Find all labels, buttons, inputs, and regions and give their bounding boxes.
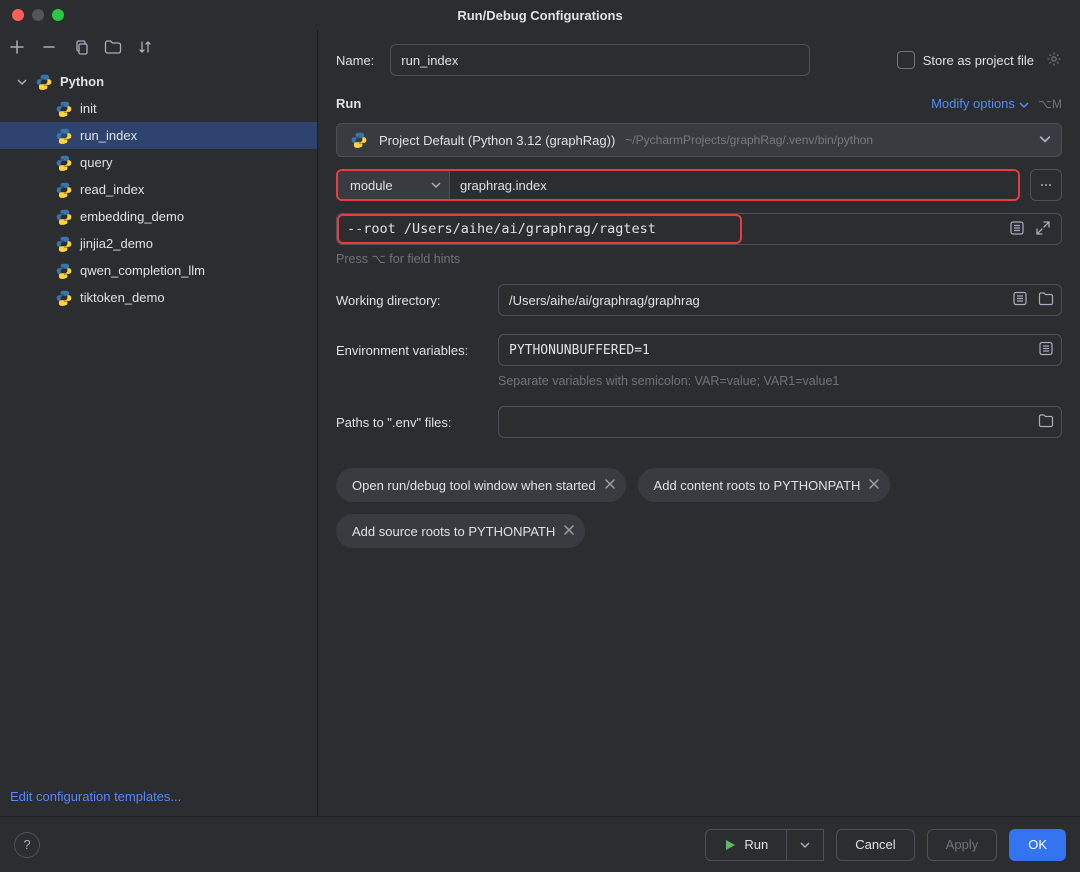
python-icon <box>54 288 74 308</box>
config-item-label: init <box>80 101 97 116</box>
window-title: Run/Debug Configurations <box>0 8 1080 23</box>
browse-module-button[interactable] <box>1030 169 1062 201</box>
sort-config-button[interactable] <box>136 38 154 56</box>
play-icon <box>724 839 736 851</box>
store-label: Store as project file <box>923 53 1034 68</box>
config-item-label: run_index <box>80 128 137 143</box>
name-label: Name: <box>336 53 374 68</box>
config-item[interactable]: query <box>0 149 317 176</box>
script-args-field-wrap <box>336 213 1062 245</box>
env-hint: Separate variables with semicolon: VAR=v… <box>498 374 1062 388</box>
gear-icon <box>1046 51 1062 70</box>
cancel-button[interactable]: Cancel <box>836 829 914 861</box>
config-item-label: embedding_demo <box>80 209 184 224</box>
option-tag[interactable]: Add content roots to PYTHONPATH <box>638 468 891 502</box>
module-name-field[interactable] <box>450 171 1018 199</box>
interpreter-path: ~/PycharmProjects/graphRag/.venv/bin/pyt… <box>625 133 873 147</box>
help-button[interactable]: ? <box>14 832 40 858</box>
python-icon <box>34 72 54 92</box>
remove-tag-icon[interactable] <box>868 478 880 493</box>
working-directory-field[interactable] <box>498 284 1062 316</box>
config-item[interactable]: embedding_demo <box>0 203 317 230</box>
option-tag[interactable]: Open run/debug tool window when started <box>336 468 626 502</box>
python-icon <box>54 261 74 281</box>
args-hint: Press ⌥ for field hints <box>336 251 1062 266</box>
config-item-label: query <box>80 155 113 170</box>
option-tags: Open run/debug tool window when started … <box>336 468 1062 548</box>
python-icon <box>54 207 74 227</box>
config-item-label: read_index <box>80 182 144 197</box>
run-button[interactable]: Run <box>705 829 824 861</box>
sidebar: Python init run_index query read_index e… <box>0 30 318 816</box>
env-label: Environment variables: <box>336 343 498 358</box>
script-mode-select[interactable]: module <box>338 171 450 199</box>
interpreter-select[interactable]: Project Default (Python 3.12 (graphRag))… <box>336 123 1062 157</box>
python-icon <box>54 99 74 119</box>
footer: ? Run Cancel Apply OK <box>0 816 1080 872</box>
tag-label: Open run/debug tool window when started <box>352 478 596 493</box>
sidebar-toolstrip <box>0 30 317 64</box>
option-tag[interactable]: Add source roots to PYTHONPATH <box>336 514 585 548</box>
env-vars-field[interactable] <box>498 334 1062 366</box>
config-item[interactable]: run_index <box>0 122 317 149</box>
run-section-label: Run <box>336 96 361 111</box>
config-tree: Python init run_index query read_index e… <box>0 64 317 779</box>
ok-button[interactable]: OK <box>1009 829 1066 861</box>
config-item-label: tiktoken_demo <box>80 290 165 305</box>
config-item-label: jinjia2_demo <box>80 236 153 251</box>
store-checkbox[interactable]: Store as project file <box>897 51 1062 70</box>
inline-list-icon[interactable] <box>1038 341 1054 360</box>
tag-label: Add content roots to PYTHONPATH <box>654 478 861 493</box>
tree-group-python[interactable]: Python <box>0 68 317 95</box>
folder-config-button[interactable] <box>104 38 122 56</box>
chevron-down-icon <box>431 178 441 193</box>
envfiles-label: Paths to ".env" files: <box>336 415 498 430</box>
env-files-field[interactable] <box>498 406 1062 438</box>
inline-list-icon[interactable] <box>1012 291 1028 310</box>
remove-tag-icon[interactable] <box>563 524 575 539</box>
main-panel: Name: Store as project file Run Modify o… <box>318 30 1080 816</box>
wd-label: Working directory: <box>336 293 498 308</box>
python-icon <box>54 126 74 146</box>
chevron-down-icon <box>16 77 28 87</box>
config-item-label: qwen_completion_llm <box>80 263 205 278</box>
modify-shortcut: ⌥M <box>1038 97 1062 111</box>
config-item[interactable]: qwen_completion_llm <box>0 257 317 284</box>
remove-config-button[interactable] <box>40 38 58 56</box>
titlebar: Run/Debug Configurations <box>0 0 1080 30</box>
add-config-button[interactable] <box>8 38 26 56</box>
python-icon <box>54 180 74 200</box>
group-label: Python <box>60 74 104 89</box>
folder-icon[interactable] <box>1038 291 1054 310</box>
remove-tag-icon[interactable] <box>604 478 616 493</box>
modify-options-link[interactable]: Modify options <box>931 96 1015 111</box>
folder-icon[interactable] <box>1038 413 1054 432</box>
config-item[interactable]: tiktoken_demo <box>0 284 317 311</box>
chevron-down-icon <box>1039 133 1051 148</box>
edit-templates-link[interactable]: Edit configuration templates... <box>10 789 181 804</box>
script-args-field[interactable] <box>337 221 1009 237</box>
run-dropdown-button[interactable] <box>787 829 824 861</box>
module-select-label: module <box>350 178 393 193</box>
apply-button[interactable]: Apply <box>927 829 998 861</box>
name-field[interactable] <box>390 44 810 76</box>
interpreter-name: Project Default (Python 3.12 (graphRag)) <box>379 133 615 148</box>
config-item[interactable]: init <box>0 95 317 122</box>
python-icon <box>54 234 74 254</box>
python-icon <box>349 130 369 150</box>
config-item[interactable]: jinjia2_demo <box>0 230 317 257</box>
copy-config-button[interactable] <box>72 38 90 56</box>
tag-label: Add source roots to PYTHONPATH <box>352 524 555 539</box>
python-icon <box>54 153 74 173</box>
config-item[interactable]: read_index <box>0 176 317 203</box>
inline-list-icon[interactable] <box>1009 220 1025 239</box>
expand-icon[interactable] <box>1035 220 1051 239</box>
